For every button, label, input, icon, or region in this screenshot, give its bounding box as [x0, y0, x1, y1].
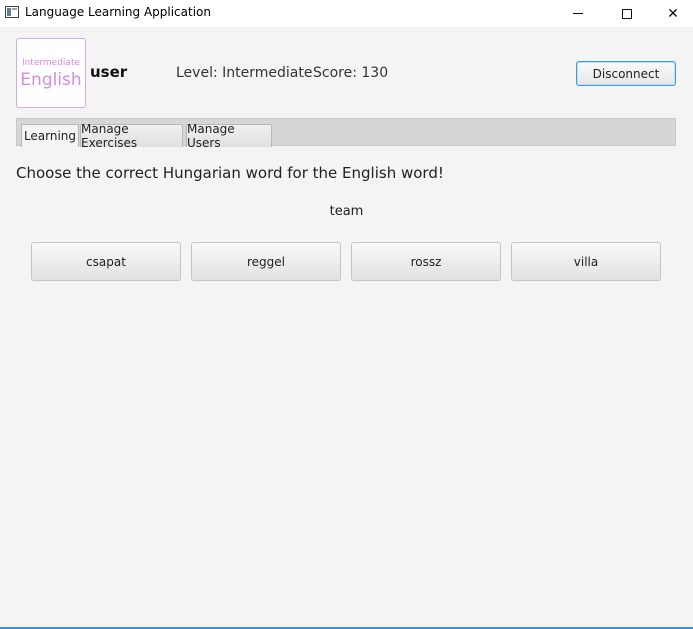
username-label: user: [90, 63, 128, 81]
logo-level-text: Intermediate: [21, 57, 81, 68]
close-icon: ✕: [667, 5, 679, 22]
window-title: Language Learning Application: [25, 5, 211, 19]
course-logo: Intermediate English: [16, 38, 86, 108]
window-title-bar: Language Learning Application ✕: [0, 0, 693, 27]
tab-bar: Learning Manage Exercises Manage Users: [16, 118, 676, 150]
answer-button-csapat[interactable]: csapat: [31, 242, 181, 281]
tab-learning[interactable]: Learning: [21, 124, 79, 147]
tab-manage-users[interactable]: Manage Users: [186, 122, 272, 150]
exercise-instruction: Choose the correct Hungarian word for th…: [16, 164, 444, 182]
close-button[interactable]: ✕: [650, 0, 693, 27]
answer-button-rossz[interactable]: rossz: [351, 242, 501, 281]
score-label: Score: 130: [313, 65, 389, 81]
app-window-icon: [5, 6, 19, 18]
level-label: Level: Intermediate: [176, 65, 313, 81]
minimize-button[interactable]: [555, 0, 601, 27]
minimize-icon: [573, 13, 583, 14]
answer-button-reggel[interactable]: reggel: [191, 242, 341, 281]
answer-button-villa[interactable]: villa: [511, 242, 661, 281]
disconnect-button[interactable]: Disconnect: [576, 61, 676, 86]
maximize-button[interactable]: [604, 0, 650, 27]
maximize-icon: [622, 8, 632, 19]
logo-language-text: English: [20, 69, 82, 90]
tab-manage-exercises[interactable]: Manage Exercises: [80, 122, 183, 150]
english-word: team: [329, 204, 364, 219]
